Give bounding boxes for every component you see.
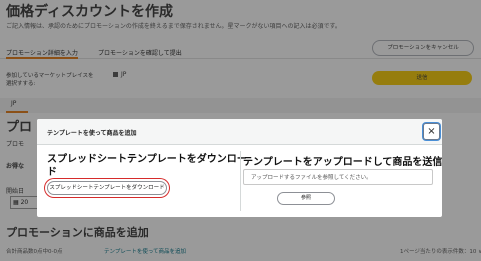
download-template-heading: スプレッドシートテンプレートをダウンロード: [47, 154, 247, 178]
close-icon[interactable]: ×: [427, 126, 435, 137]
browse-button[interactable]: 参照: [277, 192, 335, 205]
upload-template-heading: テンプレートをアップロードして商品を送信: [243, 157, 442, 168]
column-divider: [240, 151, 241, 211]
template-upload-modal: テンプレートを使って商品を追加 × スプレッドシートテンプレートをダウンロード …: [37, 119, 442, 217]
close-button[interactable]: ×: [423, 123, 440, 140]
modal-title: テンプレートを使って商品を追加: [47, 130, 137, 137]
file-upload-field[interactable]: アップロードするファイルを参照してください。: [243, 169, 433, 185]
download-template-button[interactable]: スプレッドシートテンプレートをダウンロード: [47, 181, 167, 195]
